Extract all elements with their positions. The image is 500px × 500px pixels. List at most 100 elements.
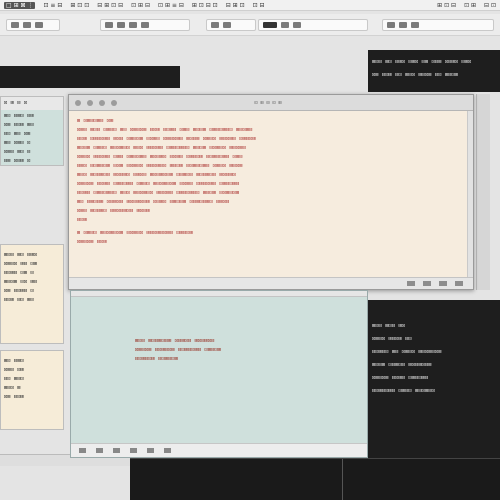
pane-line: ⊟⊡ ⊞⊟⊡ [4,376,24,382]
layout-icon[interactable] [211,22,219,28]
taskbar [130,458,500,500]
terminal-line: ⊡⊞⊟⊡⊞ ⊟⊡⊞⊟ ⊡⊞⊟⊡⊞⊟ [372,375,429,381]
pane-line: ⊟⊞ ⊡⊟⊞ ⊡ [4,158,31,164]
italic-icon[interactable] [117,22,125,28]
pane-line: ⊞⊡ ⊟⊞⊡ [4,358,24,364]
terminal-line: ⊟⊡⊞⊟⊡⊞⊟ ⊡⊞⊟⊡ ⊞⊟⊡⊞⊟⊡ [372,388,435,394]
status-item[interactable]: ⊟ ⊡ [484,2,496,9]
document-preview-window[interactable]: ⊞⊡⊟ ⊞⊡⊟⊞⊡⊟⊞ ⊡⊟⊞⊡⊟ ⊞⊡⊟⊞⊡⊟ ⊡⊞⊟⊡⊞ ⊟⊡⊞⊟⊡⊞ ⊟⊡… [70,290,368,458]
pane-line: ⊟⊡ ⊞⊟ ⊡⊞ [4,131,31,137]
menu-item[interactable]: ⊞ ⊡ ⊡ [70,2,89,9]
more-icon[interactable] [164,448,171,453]
print-icon[interactable] [130,448,137,453]
code-line: ⊡⊞⊟ ⊞⊡⊟ ⊡⊞⊟⊡ ⊞⊟ ⊡⊞⊟⊡⊞ ⊟⊡⊞ ⊟⊡⊞⊟ ⊡⊞⊟ ⊞⊡⊟⊞ … [77,127,253,133]
code-line: ⊡⊞⊟⊡ ⊞⊟⊡⊞⊟ ⊡⊞⊟ ⊡⊞⊟⊡⊞⊟ ⊞⊡⊟⊞⊡ ⊟⊡⊞⊟ ⊡⊞⊟⊡⊞ ⊟… [77,154,243,160]
code-line: ⊟⊡⊞⊟ ⊡⊞⊟⊡⊞⊟⊡ ⊞⊟⊡ ⊞⊟⊡⊞⊟⊡ ⊞⊟⊡⊞⊟ ⊡⊞⊟⊡⊞⊟⊡ ⊞⊟… [77,190,240,196]
menu-item[interactable]: ⊡ ≡ ⊟ [43,2,62,9]
pane-line: ⊞⊡⊟ ⊞⊡ ⊟⊞⊡ [4,252,38,258]
menu-item[interactable]: ⊟ ⊞ ⊡ ⊟ [97,2,123,9]
left-pane-middle[interactable]: ⊞⊡⊟ ⊞⊡ ⊟⊞⊡ ⊡⊞⊟⊡ ⊞⊟ ⊡⊞ ⊟⊡⊞⊟ ⊡⊞ ⊟ ⊞⊟⊡⊞ ⊟⊡ … [0,244,64,344]
zoom-out-icon[interactable] [79,448,86,453]
forward-icon[interactable] [23,22,31,28]
pane-line: ⊞⊟⊡ ⊞ [4,385,21,391]
code-line: ⊡⊞⊟⊡⊞ ⊟⊡⊞⊟ ⊡⊞⊟⊡⊞⊟ ⊡⊞⊟⊡ ⊞⊟⊡⊞⊟⊡⊞ ⊟⊡⊞⊟ ⊡⊞⊟⊡… [77,181,240,187]
taskbar-divider [342,459,343,500]
toolbar-group-search[interactable] [258,19,368,31]
menu-item[interactable]: ⊡ ⊞ ⊟ [131,2,150,9]
toolbar-group-format[interactable] [100,19,190,31]
terminal-line: ⊡⊞ ⊟⊡⊞ ⊟⊡ ⊞⊟⊡ ⊞⊟⊡⊞ ⊟⊡ ⊞⊟⊡⊞ [372,72,459,78]
pane-line: ⊞⊟ ⊡⊞⊟ ⊡ [4,140,31,146]
status-item[interactable]: ⊞ ⊡ ⊟ [437,2,456,9]
terminal-window-bottom[interactable]: ⊞⊡⊟ ⊞⊡⊟ ⊞⊡ ⊡⊞⊟⊡ ⊞⊟⊡⊞ ⊟⊡ ⊟⊡⊞⊟⊡ ⊞⊟ ⊡⊞⊟⊡ ⊞⊟… [368,300,500,458]
menu-bar: □ ⊞ ⊠ ⋮ ⊡ ≡ ⊟ ⊞ ⊡ ⊡ ⊟ ⊞ ⊡ ⊟ ⊡ ⊞ ⊟ ⊡ ⊞ ≡ … [0,0,500,11]
status-icon[interactable] [455,281,463,286]
code-line: ⊟⊡⊞ [77,217,87,223]
terminal-line: ⊟⊡⊞⊟⊡ ⊞⊟ ⊡⊞⊟⊡ ⊞⊟⊡⊞⊟⊡⊞ [372,349,442,355]
minimize-icon[interactable] [87,99,93,106]
share-icon[interactable] [147,448,154,453]
terminal-window-top[interactable]: ⊞⊡⊟ ⊞⊡ ⊟⊞⊡ ⊟⊞⊡ ⊟⊞ ⊡⊟⊞ ⊡⊟⊞⊡ ⊟⊞⊡ ⊡⊞ ⊟⊡⊞ ⊟⊡… [368,50,500,92]
sort-icon[interactable] [293,22,301,28]
window-scrollbar[interactable] [476,94,490,290]
left-pane-top[interactable]: ⊡ ⊞ ⊟ ⊡ ⊞⊡ ⊟⊞⊡ ⊟⊞ ⊡⊞ ⊟⊡⊞ ⊞⊟ ⊟⊡ ⊞⊟ ⊡⊞ ⊞⊟ … [0,96,64,166]
terminal-line: ⊡⊞⊟⊡ ⊞⊟⊡⊞ ⊟⊡ [372,336,412,342]
pane-line: ⊟⊡⊞ ⊟⊡ ⊞⊟ [4,297,34,303]
filter-icon[interactable] [281,22,289,28]
doc-toolbar [71,443,367,457]
window-title: ⊡ ⊞ ⊟ ⊡ ⊞ [254,99,282,106]
pane-line: ⊡⊞⊟ ⊞⊡ ⊟ [4,149,31,155]
doc-content[interactable]: ⊞⊡⊟ ⊞⊡⊟⊞⊡⊟⊞ ⊡⊟⊞⊡⊟ ⊞⊡⊟⊞⊡⊟ ⊡⊞⊟⊡⊞ ⊟⊡⊞⊟⊡⊞ ⊟⊡… [71,297,367,364]
code-editor-window[interactable]: ⊡ ⊞ ⊟ ⊡ ⊞ ⊞ ⊡⊞⊟⊡⊞⊟ ⊡⊞ ⊡⊞⊟ ⊞⊡⊟ ⊡⊞⊟⊡ ⊞⊟ ⊡⊞… [68,94,474,290]
menu-item[interactable]: ⊡ ⊟ [253,2,265,9]
code-line: ⊡⊞⊟ ⊞⊡⊟⊞⊡ ⊟⊞⊡⊟⊞⊡⊟ ⊞⊡⊟⊞ [77,208,150,214]
doc-line: ⊟⊡⊞⊟⊡⊞ ⊟⊡⊞⊟⊡⊞ [135,356,179,362]
editor-titlebar: ⊡ ⊞ ⊟ ⊡ ⊞ [69,95,473,111]
code-line: ⊡⊞⊟⊡⊞ ⊟⊡⊞ [77,239,107,245]
doc-line: ⊞⊡⊟ ⊞⊡⊟⊞⊡⊟⊞ ⊡⊟⊞⊡⊟ ⊞⊡⊟⊞⊡⊟ [135,338,215,344]
share-icon[interactable] [387,22,395,28]
background-terminal-strip [0,66,180,88]
grid-icon[interactable] [223,22,231,28]
menu-item[interactable]: ⊞ ⊡ ⊟ ⊡ [192,2,218,9]
pane-line: ⊡⊞⊟ ⊡⊞ [4,367,24,373]
zoom-in-icon[interactable] [96,448,103,453]
left-pane-bottom[interactable]: ⊞⊡ ⊟⊞⊡ ⊡⊞⊟ ⊡⊞ ⊟⊡ ⊞⊟⊡ ⊞⊟⊡ ⊞ ⊡⊞ ⊟⊡⊞ [0,350,64,430]
editor-scrollbar[interactable] [467,111,473,287]
page-icon[interactable] [113,448,120,453]
toolbar-group-nav[interactable] [6,19,60,31]
code-line: ⊟⊡⊞ ⊡⊞⊟⊡⊞⊟ ⊞⊡⊟ ⊡⊞⊟⊡⊞ ⊟⊡⊞⊟ ⊡⊞⊟⊡⊞⊟ ⊞⊡⊟⊞ ⊡⊞… [77,136,256,142]
list-icon[interactable] [141,22,149,28]
menu-item[interactable]: ⊡ ⊞ ≡ ⊟ [158,2,184,9]
terminal-line: ⊞⊡⊟ ⊞⊡ ⊟⊞⊡ ⊟⊞⊡ ⊟⊞ ⊡⊟⊞ ⊡⊟⊞⊡ ⊟⊞⊡ [372,59,472,65]
sidebar-toggle-icon[interactable] [111,99,117,106]
pane-line: ⊡⊞⊟⊡ ⊞⊟ ⊡⊞ [4,261,38,267]
status-item[interactable]: ⊡ ⊞ [464,2,476,9]
code-line: ⊟⊞⊡ ⊟⊡⊞⊟⊡⊞ ⊟⊡⊞ ⊟⊡⊞⊟⊡ ⊞⊟⊡⊞⊟⊡ ⊞⊟⊡⊞ ⊟⊡⊞⊟⊡⊞⊟… [77,163,243,169]
close-icon[interactable] [75,99,81,106]
code-area[interactable]: ⊞ ⊡⊞⊟⊡⊞⊟ ⊡⊞ ⊡⊞⊟ ⊞⊡⊟ ⊡⊞⊟⊡ ⊞⊟ ⊡⊞⊟⊡⊞ ⊟⊡⊞ ⊟⊡… [69,111,473,253]
underline-icon[interactable] [129,22,137,28]
code-line: ⊞⊡ ⊟⊞⊡⊟⊞ ⊡⊟⊞⊡⊟ ⊞⊡⊟⊞⊡⊟⊞ ⊡⊟⊞⊡ ⊟⊞⊡⊟⊞ ⊡⊟⊞⊡⊟⊞… [77,199,230,205]
maximize-icon[interactable] [99,99,105,106]
bold-icon[interactable] [105,22,113,28]
back-icon[interactable] [11,22,19,28]
search-icon[interactable] [263,22,277,28]
code-line: ⊞⊡⊟⊞ ⊡⊞⊟⊡ ⊞⊟⊡⊞⊟⊡ ⊞⊟⊡ ⊞⊟⊡⊞⊟ ⊡⊞⊟⊡⊞⊟⊡ ⊞⊟⊡⊞ … [77,145,246,151]
more-icon[interactable] [411,22,419,28]
toolbar-group-view[interactable] [206,19,256,31]
menu-item[interactable]: ⊟ ⊞ ⊡ [226,2,245,9]
toolbar-group-actions[interactable] [382,19,494,31]
status-icon[interactable] [407,281,415,286]
pane-line: ⊡⊞ ⊟⊡⊞⊟ ⊡ [4,288,34,294]
settings-icon[interactable] [399,22,407,28]
app-logo[interactable]: □ ⊞ ⊠ ⋮ [4,1,36,9]
doc-line: ⊡⊞⊟⊡⊞ ⊟⊡⊞⊟⊡⊞ ⊟⊡⊞⊟⊡⊞⊟ ⊡⊞⊟⊡⊞ [135,347,222,353]
code-line: ⊞ ⊡⊞⊟⊡⊞⊟ ⊡⊞ [77,118,114,124]
pane-title: ⊡ ⊞ ⊟ ⊡ [1,97,63,110]
code-line: ⊞⊟⊡ ⊞⊡⊟⊞⊡⊟ ⊞⊡⊟⊞⊡ ⊟⊞⊡⊟ ⊞⊡⊟⊞⊡⊟⊞ ⊡⊟⊞⊡⊟ ⊞⊡⊟⊞… [77,172,236,178]
refresh-icon[interactable] [35,22,43,28]
status-icon[interactable] [423,281,431,286]
code-line: ⊞ ⊡⊞⊟⊡ ⊞⊟⊡⊞⊟⊡⊞ ⊟⊡⊞⊟⊡ ⊞⊟⊡⊞⊟⊡⊞⊟ ⊡⊞⊟⊡⊞ [77,230,193,236]
status-icon[interactable] [439,281,447,286]
